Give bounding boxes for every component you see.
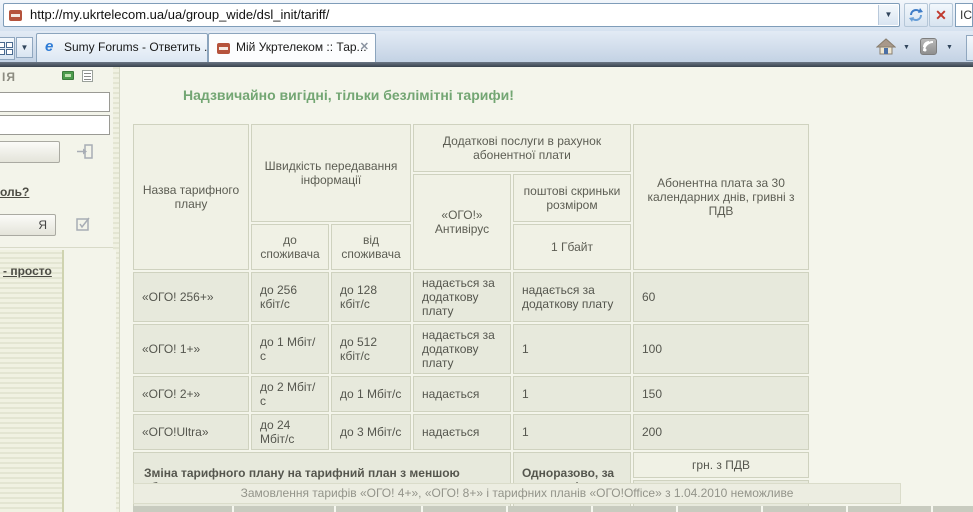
login-panel: ІЯ оль? Я [0, 67, 113, 250]
login-arrow-icon [76, 144, 93, 164]
tab-title: Sumy Forums - Ответить ... [64, 34, 208, 61]
fee: 60 [633, 272, 809, 322]
address-bar[interactable]: http://my.ukrtelecom.ua/ua/group_wide/ds… [3, 3, 900, 27]
tab-sumy-forums[interactable]: e Sumy Forums - Ответить ... [36, 33, 208, 62]
mailbox: надається за додаткову плату [513, 272, 631, 322]
speed-down: до 24 Мбіт/с [251, 414, 329, 450]
availability-note: Замовлення тарифів «ОГО! 4+», «ОГО! 8+» … [133, 483, 901, 504]
tab-list-dropdown-button[interactable]: ▼ [16, 37, 33, 58]
status-badge-icon [62, 71, 74, 80]
browser-window: http://my.ukrtelecom.ua/ua/group_wide/ds… [0, 0, 973, 512]
header-name: Назва тарифного плану [133, 124, 249, 270]
home-button[interactable] [876, 38, 896, 61]
sidebar-lower-column [62, 250, 116, 512]
page-title: Надзвичайно вигідні, тільки безлімітні т… [183, 87, 514, 103]
table-row: «ОГО! 1+» до 1 Мбіт/с до 512 кбіт/с нада… [133, 324, 809, 374]
mailbox: 1 [513, 324, 631, 374]
ukrtelecom-favicon-icon [9, 10, 22, 21]
antivirus: надається [413, 414, 511, 450]
header-mailbox-size: 1 Гбайт [513, 224, 631, 270]
tab-bar: ▼ e Sumy Forums - Ответить ... Мій Укрте… [0, 31, 973, 62]
fee: 200 [633, 414, 809, 450]
speed-up: до 1 Мбіт/с [331, 376, 411, 412]
home-dropdown-icon[interactable]: ▼ [903, 44, 910, 51]
register-info-link[interactable]: - просто [3, 264, 52, 278]
page-content: ІЯ оль? Я [0, 67, 973, 512]
speed-down: до 256 кбіт/с [251, 272, 329, 322]
table-row-change: Зміна тарифного плану на тарифний план з… [133, 452, 809, 478]
search-box-text: IC [960, 8, 972, 22]
antivirus: надається [413, 376, 511, 412]
plan-name: «ОГО! 256+» [133, 272, 249, 322]
quick-tabs-icon [0, 42, 12, 54]
register-button[interactable]: Я [0, 214, 56, 236]
fee: 100 [633, 324, 809, 374]
ukrtelecom-favicon-icon [217, 43, 230, 54]
header-speed: Швидкість передавання інформації [251, 124, 411, 222]
feeds-dropdown-icon[interactable]: ▼ [946, 44, 953, 51]
feeds-button[interactable] [920, 38, 937, 55]
plan-name: «ОГО!Ultra» [133, 414, 249, 450]
antivirus: надається за додаткову плату [413, 324, 511, 374]
antivirus: надається за додаткову плату [413, 272, 511, 322]
speed-up: до 512 кбіт/с [331, 324, 411, 374]
home-icon [876, 38, 896, 56]
fee: 150 [633, 376, 809, 412]
login-button[interactable] [0, 141, 60, 163]
address-dropdown-button[interactable]: ▼ [878, 5, 898, 25]
tab-title: Мій Укртелеком :: Тар... [236, 34, 367, 61]
login-input[interactable] [0, 92, 110, 112]
stop-icon: ✕ [935, 7, 947, 23]
speed-down: до 2 Мбіт/с [251, 376, 329, 412]
search-box[interactable]: IC [955, 3, 973, 27]
cutoff-table-strip [133, 506, 973, 512]
internet-explorer-icon: e [45, 38, 53, 55]
password-input[interactable] [0, 115, 110, 135]
speed-up: до 128 кбіт/с [331, 272, 411, 322]
tariff-table: Назва тарифного плану Швидкість передава… [131, 122, 811, 509]
speed-up: до 3 Мбіт/с [331, 414, 411, 450]
register-check-icon [76, 217, 91, 236]
plan-name: «ОГО! 1+» [133, 324, 249, 374]
sidebar-divider [0, 247, 113, 248]
toolbar-edge-button[interactable] [966, 35, 973, 61]
header-extra-services: Додаткові послуги в рахунок абонентної п… [413, 124, 631, 172]
table-row: «ОГО! 2+» до 2 Мбіт/с до 1 Мбіт/с надаєт… [133, 376, 809, 412]
refresh-button[interactable] [904, 3, 928, 27]
url-text[interactable]: http://my.ukrtelecom.ua/ua/group_wide/ds… [30, 4, 329, 26]
tab-close-icon[interactable]: ✕ [360, 34, 369, 61]
speed-down: до 1 Мбіт/с [251, 324, 329, 374]
header-mailbox: поштові скриньки розміром [513, 174, 631, 222]
list-icon [82, 70, 93, 82]
quick-tabs-button[interactable] [0, 37, 15, 60]
refresh-icon [908, 7, 924, 23]
mailbox: 1 [513, 376, 631, 412]
mailbox: 1 [513, 414, 631, 450]
header-speed-down: до споживача [251, 224, 329, 270]
table-row: «ОГО!Ultra» до 24 Мбіт/с до 3 Мбіт/с над… [133, 414, 809, 450]
forgot-password-link[interactable]: оль? [0, 185, 29, 199]
change-plan-unit: грн. з ПДВ [633, 452, 809, 478]
header-fee: Абонентна плата за 30 календарних днів, … [633, 124, 809, 270]
header-antivirus: «ОГО!» Антивірус [413, 174, 511, 270]
table-row: «ОГО! 256+» до 256 кбіт/с до 128 кбіт/с … [133, 272, 809, 322]
stop-button[interactable]: ✕ [929, 3, 953, 27]
main-area: Надзвичайно вигідні, тільки безлімітні т… [120, 67, 973, 512]
rss-icon [921, 39, 936, 54]
plan-name: «ОГО! 2+» [133, 376, 249, 412]
tab-ukrtelecom[interactable]: Мій Укртелеком :: Тар... ✕ [208, 33, 376, 62]
sidebar: ІЯ оль? Я [0, 67, 120, 512]
login-heading: ІЯ [2, 70, 16, 84]
browser-toolbar: http://my.ukrtelecom.ua/ua/group_wide/ds… [0, 0, 973, 32]
header-speed-up: від споживача [331, 224, 411, 270]
